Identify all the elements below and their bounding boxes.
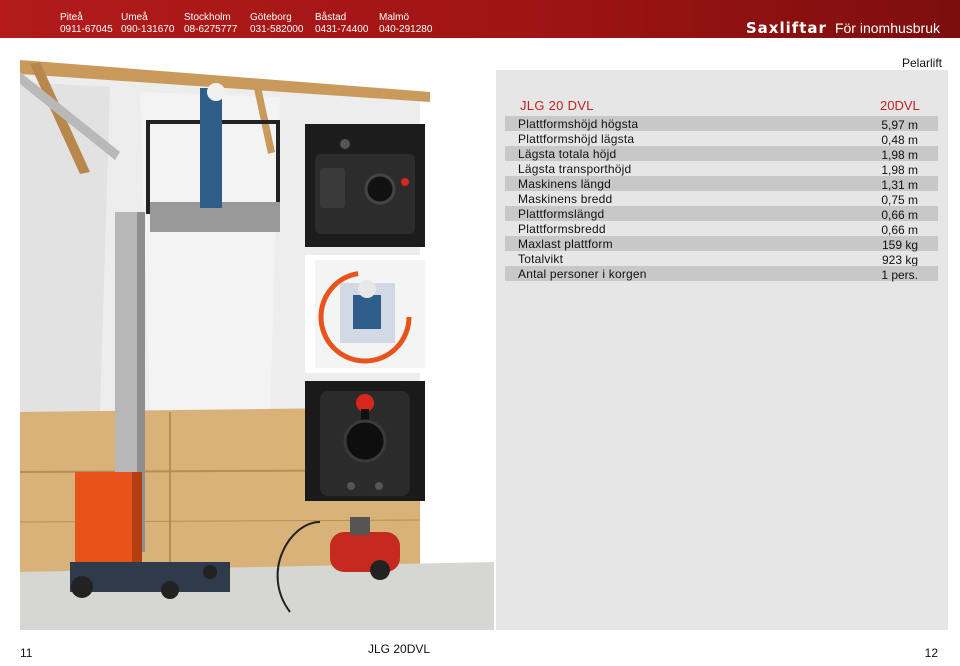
office-phone: 090-131670 xyxy=(121,24,175,35)
footer-title: JLG 20DVL xyxy=(368,642,431,656)
office-phone: 0431-74400 xyxy=(315,24,369,35)
spec-row: Plattformsbredd 0,66 m xyxy=(505,221,938,237)
spec-row: Totalvikt 923 kg xyxy=(505,251,938,267)
spec-row: Plattformslängd 0,66 m xyxy=(505,206,938,222)
spec-value: 5,97 m xyxy=(881,118,918,132)
office-malmo: Malmö 040-291280 xyxy=(379,12,432,36)
office-pitea: Piteå 0911-67045 xyxy=(60,12,113,36)
spec-value: 923 kg xyxy=(881,253,918,267)
spec-label: Plattformsbredd xyxy=(518,222,606,236)
spec-value: 0,75 m xyxy=(881,193,918,207)
platform-rotation-illustration xyxy=(305,255,425,373)
office-city: Stockholm xyxy=(184,12,231,23)
control-panel-illustration xyxy=(305,124,425,247)
office-city: Göteborg xyxy=(250,12,292,23)
page-number-right: 12 xyxy=(924,646,938,660)
model-title: JLG 20 DVL xyxy=(520,98,594,113)
office-city: Malmö xyxy=(379,12,410,23)
spec-row: Lägsta transporthöjd 1,98 m xyxy=(505,161,938,177)
spec-table: Plattformshöjd högsta 5,97 m Plattformsh… xyxy=(505,116,938,282)
office-phone: 040-291280 xyxy=(379,24,433,35)
office-umea: Umeå 090-131670 xyxy=(121,12,174,36)
office-goteborg: Göteborg 031-582000 xyxy=(250,12,303,36)
joystick-illustration xyxy=(305,381,425,501)
office-bastad: Båstad 0431-74400 xyxy=(315,12,368,36)
brand-name: Saxliftar xyxy=(745,19,827,37)
spec-label: Antal personer i korgen xyxy=(518,267,647,281)
spec-value: 0,66 m xyxy=(881,208,918,222)
model-column-header: 20DVL xyxy=(880,98,920,113)
brand-category: För inomhusbruk xyxy=(834,20,940,36)
spec-label: Plattformshöjd högsta xyxy=(518,117,639,131)
spec-row: Maskinens bredd 0,75 m xyxy=(505,191,938,207)
spec-value: 0,66 m xyxy=(881,223,918,237)
office-phone: 08-6275777 xyxy=(184,24,238,35)
spec-value: 1 pers. xyxy=(881,268,918,282)
spec-value: 1,98 m xyxy=(881,163,918,177)
spec-label: Maskinens bredd xyxy=(518,192,613,206)
spec-value: 1,31 m xyxy=(881,178,918,192)
spec-row: Antal personer i korgen 1 pers. xyxy=(505,266,938,282)
spec-value: 0,48 m xyxy=(881,133,918,147)
control-box-photo xyxy=(305,124,425,247)
spec-label: Maskinens längd xyxy=(518,177,612,191)
spec-label: Maxlast plattform xyxy=(518,237,613,251)
spec-row: Maxlast plattform 159 kg xyxy=(505,236,938,252)
platform-rotation-photo xyxy=(305,255,425,373)
spec-label: Lägsta transporthöjd xyxy=(518,162,632,176)
office-phone: 031-582000 xyxy=(250,24,304,35)
page-number-left: 11 xyxy=(20,646,33,660)
spec-label: Plattformslängd xyxy=(518,207,605,221)
office-stockholm: Stockholm 08-6275777 xyxy=(184,12,237,36)
spec-row: Plattformshöjd högsta 5,97 m xyxy=(505,116,938,132)
spec-row: Plattformshöjd lägsta 0,48 m xyxy=(505,131,938,147)
office-city: Båstad xyxy=(315,12,347,23)
spec-label: Plattformshöjd lägsta xyxy=(518,132,635,146)
spec-value: 1,98 m xyxy=(881,148,918,162)
spec-row: Maskinens längd 1,31 m xyxy=(505,176,938,192)
spec-value: 159 kg xyxy=(881,238,918,252)
brand-heading: Saxliftar För inomhusbruk xyxy=(746,19,940,37)
section-label: Pelarlift xyxy=(901,56,942,70)
office-city: Umeå xyxy=(121,12,148,23)
spec-row: Lägsta totala höjd 1,98 m xyxy=(505,146,938,162)
joystick-photo xyxy=(305,381,425,501)
office-phone: 0911-67045 xyxy=(60,24,113,35)
office-city: Piteå xyxy=(60,12,83,23)
spec-label: Lägsta totala höjd xyxy=(518,147,617,161)
spec-label: Totalvikt xyxy=(518,252,564,266)
header-bar: Piteå 0911-67045 Umeå 090-131670 Stockho… xyxy=(0,0,960,38)
